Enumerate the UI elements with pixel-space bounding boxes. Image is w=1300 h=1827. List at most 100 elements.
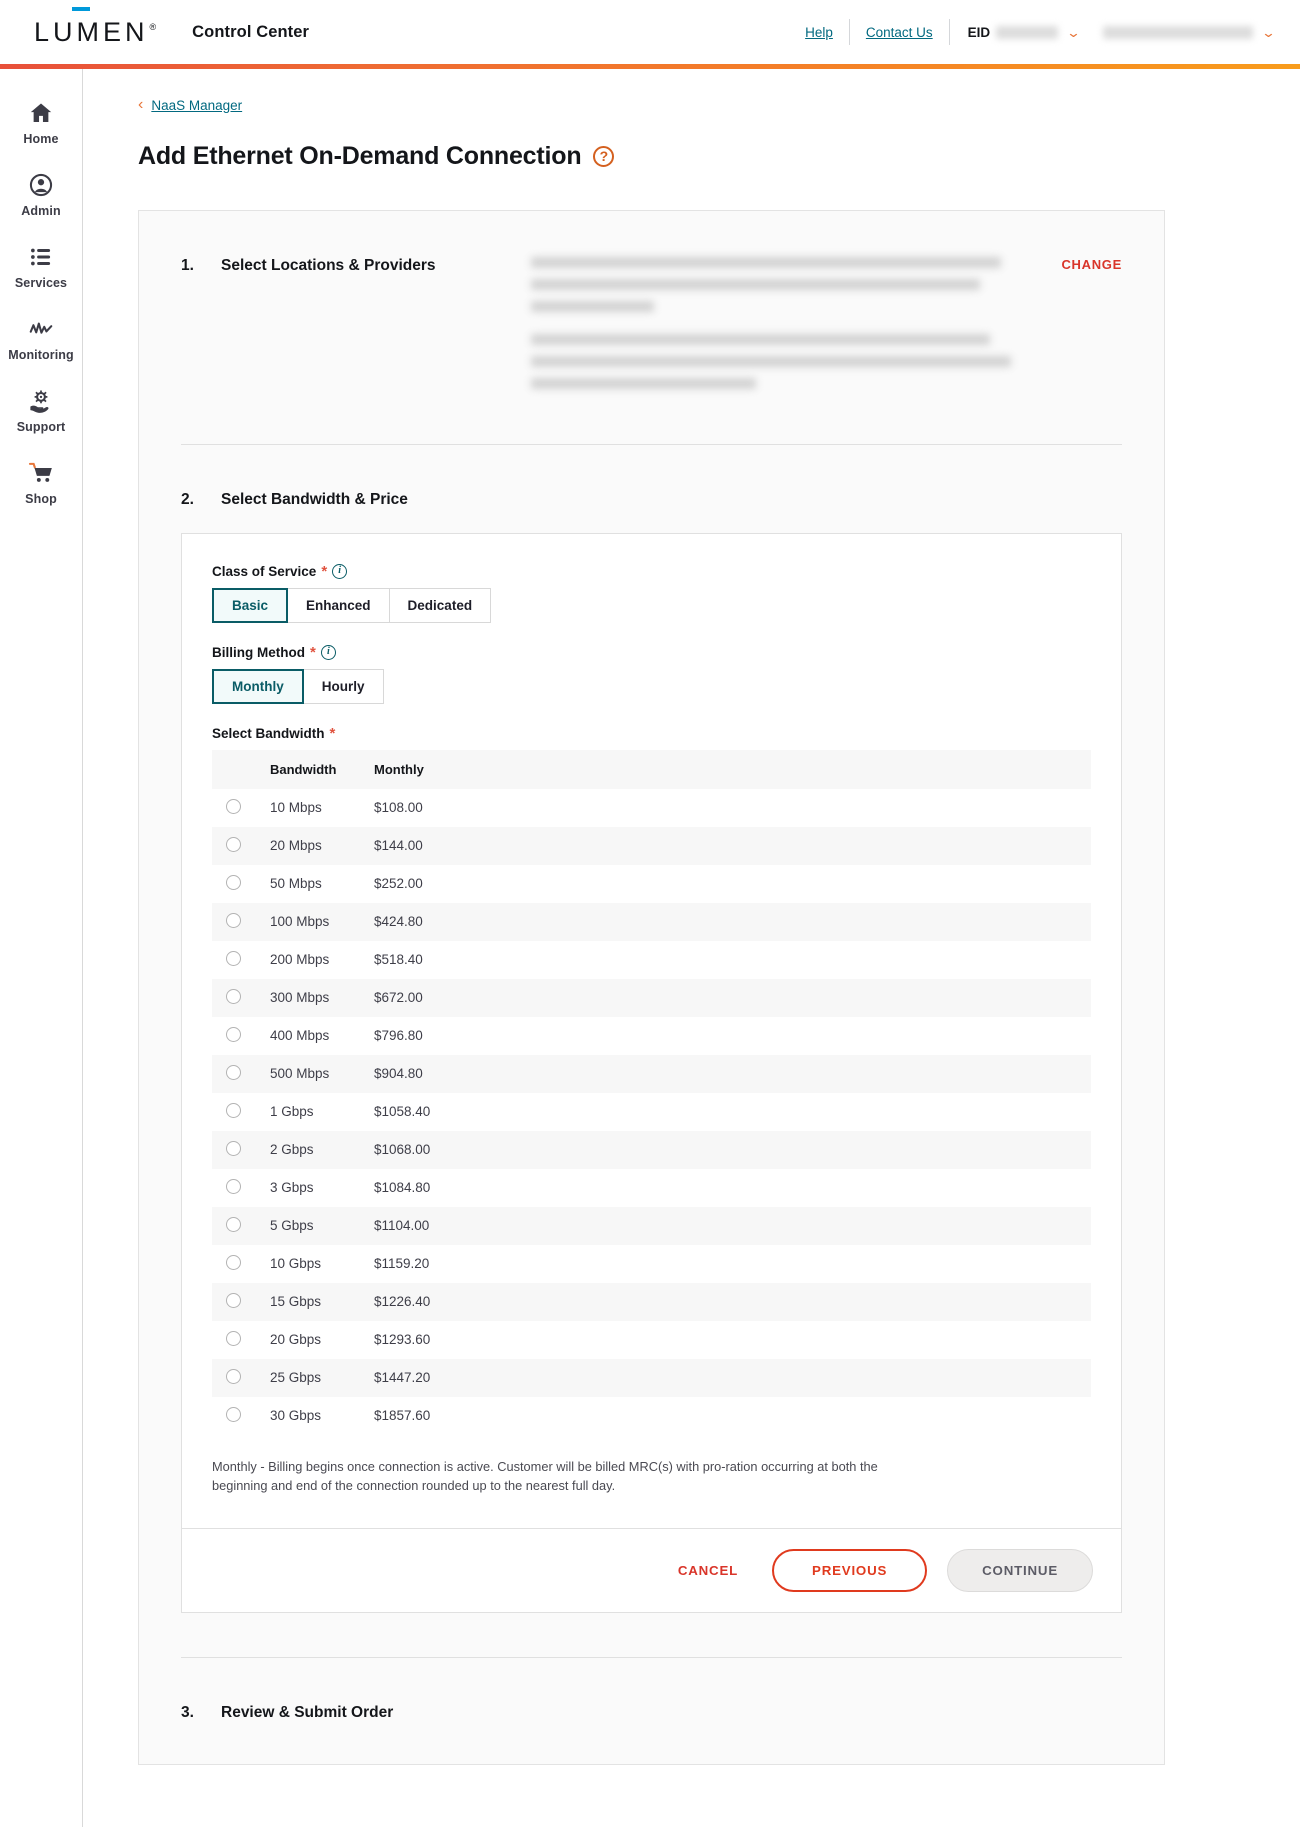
eid-value-redacted <box>996 25 1059 39</box>
eid-selector[interactable]: EID ⌄ <box>950 25 1083 40</box>
step-title: Select Bandwidth & Price <box>221 490 408 508</box>
contact-us-link[interactable]: Contact Us <box>850 25 949 40</box>
bandwidth-radio[interactable] <box>226 1292 241 1308</box>
column-header-bandwidth: Bandwidth <box>270 749 374 789</box>
bandwidth-radio-cell <box>212 827 270 865</box>
bandwidth-value: 30 Gbps <box>270 1408 322 1423</box>
user-circle-icon <box>29 173 53 197</box>
table-row[interactable]: 25 Gbps $1447.20 <box>212 1358 1091 1397</box>
bandwidth-value: 400 Mbps <box>270 1028 330 1043</box>
bandwidth-value: 2 Gbps <box>270 1142 314 1157</box>
bandwidth-radio-cell <box>212 1321 270 1359</box>
bandwidth-radio[interactable] <box>226 836 241 852</box>
column-header-spacer <box>554 749 1091 789</box>
panel-action-footer: CANCEL PREVIOUS CONTINUE <box>182 1528 1121 1612</box>
bandwidth-radio[interactable] <box>226 1102 241 1118</box>
monthly-price-value: $424.80 <box>374 914 423 929</box>
bandwidth-radio[interactable] <box>226 950 241 966</box>
billing-method-option-hourly[interactable]: Hourly <box>302 668 384 704</box>
bandwidth-radio[interactable] <box>226 874 241 890</box>
billing-method-option-monthly[interactable]: Monthly <box>212 668 304 704</box>
account-selector[interactable]: ⌄ <box>1083 25 1278 39</box>
table-row[interactable]: 10 Mbps $108.00 <box>212 789 1091 827</box>
required-asterisk: * <box>321 562 328 580</box>
monthly-price-value: $1104.00 <box>374 1218 430 1233</box>
bandwidth-radio[interactable] <box>226 1254 241 1270</box>
bandwidth-radio[interactable] <box>226 1140 241 1156</box>
bandwidth-radio[interactable] <box>226 988 241 1004</box>
bandwidth-radio-cell <box>212 1169 270 1207</box>
table-row[interactable]: 3 Gbps $1084.80 <box>212 1169 1091 1207</box>
previous-button[interactable]: PREVIOUS <box>772 1549 928 1593</box>
step-title: Select Locations & Providers <box>221 256 436 274</box>
lumen-logo[interactable]: LUMEN ® <box>34 7 156 47</box>
bandwidth-radio[interactable] <box>226 1368 241 1384</box>
table-row[interactable]: 50 Mbps $252.00 <box>212 865 1091 903</box>
table-row[interactable]: 2 Gbps $1068.00 <box>212 1130 1091 1169</box>
table-row[interactable]: 100 Mbps $424.80 <box>212 902 1091 941</box>
monthly-price-value: $1226.40 <box>374 1294 431 1309</box>
sidebar-item-support[interactable]: Support <box>0 375 82 447</box>
class-of-service-option-enhanced[interactable]: Enhanced <box>287 587 390 623</box>
back-chevron-icon[interactable]: ‹ <box>138 97 143 113</box>
table-row[interactable]: 20 Mbps $144.00 <box>212 826 1091 865</box>
sidebar-item-shop[interactable]: Shop <box>0 447 82 519</box>
bandwidth-radio-cell <box>212 1245 270 1283</box>
help-link[interactable]: Help <box>789 25 849 40</box>
bandwidth-radio[interactable] <box>226 912 241 928</box>
sidebar-item-admin[interactable]: Admin <box>0 159 82 231</box>
info-icon[interactable]: i <box>332 563 348 579</box>
sidebar-item-home[interactable]: Home <box>0 87 82 159</box>
sidebar-item-monitoring[interactable]: Monitoring <box>0 303 82 375</box>
bandwidth-value: 10 Gbps <box>270 1256 322 1271</box>
table-row[interactable]: 400 Mbps $796.80 <box>212 1017 1091 1055</box>
table-row[interactable]: 20 Gbps $1293.60 <box>212 1321 1091 1359</box>
row-spacer <box>554 1359 1091 1397</box>
logo-wordmark: LUMEN <box>34 16 149 47</box>
class-of-service-segmented-control: Basic Enhanced Dedicated <box>212 587 1091 623</box>
table-row[interactable]: 1 Gbps $1058.40 <box>212 1093 1091 1131</box>
chevron-down-icon[interactable]: ⌄ <box>1066 26 1081 39</box>
table-row[interactable]: 15 Gbps $1226.40 <box>212 1282 1091 1321</box>
bandwidth-radio[interactable] <box>226 1026 241 1042</box>
breadcrumb-naas-manager-link[interactable]: NaaS Manager <box>151 98 242 113</box>
chevron-down-icon[interactable]: ⌄ <box>1261 26 1276 39</box>
bandwidth-radio[interactable] <box>226 1216 241 1232</box>
bandwidth-radio-cell <box>212 789 270 827</box>
step-3-review-submit: 3. Review & Submit Order <box>181 1658 1122 1764</box>
bandwidth-radio-cell <box>212 1397 270 1435</box>
class-of-service-option-basic[interactable]: Basic <box>212 587 289 623</box>
change-locations-button[interactable]: CHANGE <box>1061 257 1122 272</box>
help-question-icon[interactable]: ? <box>593 145 615 167</box>
row-spacer <box>554 827 1091 865</box>
table-row[interactable]: 500 Mbps $904.80 <box>212 1054 1091 1093</box>
billing-method-label: Billing Method <box>212 644 305 660</box>
table-row[interactable]: 300 Mbps $672.00 <box>212 978 1091 1017</box>
gear-hand-icon <box>30 390 49 413</box>
table-row[interactable]: 200 Mbps $518.40 <box>212 941 1091 979</box>
bandwidth-radio[interactable] <box>226 798 241 814</box>
bandwidth-radio[interactable] <box>226 1330 241 1346</box>
top-header-bar: LUMEN ® Control Center Help Contact Us E… <box>0 0 1300 64</box>
billing-method-label-row: Billing Method * i <box>212 643 1091 661</box>
bandwidth-radio[interactable] <box>226 1064 241 1080</box>
row-spacer <box>554 1093 1091 1131</box>
required-asterisk: * <box>309 643 316 661</box>
cancel-button[interactable]: CANCEL <box>664 1553 752 1588</box>
monthly-price-value: $1068.00 <box>374 1142 431 1157</box>
bandwidth-radio-cell <box>212 1359 270 1397</box>
step-number: 3. <box>181 1704 194 1722</box>
bandwidth-radio[interactable] <box>226 1178 241 1194</box>
step-number: 1. <box>181 256 194 274</box>
sidebar-item-services[interactable]: Services <box>0 231 82 303</box>
bandwidth-radio[interactable] <box>226 1406 241 1422</box>
sidebar-item-label: Home <box>23 132 59 146</box>
class-of-service-option-dedicated[interactable]: Dedicated <box>388 587 492 623</box>
info-icon[interactable]: i <box>320 644 336 660</box>
table-row[interactable]: 30 Gbps $1857.60 <box>212 1397 1091 1435</box>
table-row[interactable]: 5 Gbps $1104.00 <box>212 1206 1091 1245</box>
row-spacer <box>554 1017 1091 1055</box>
table-row[interactable]: 10 Gbps $1159.20 <box>212 1245 1091 1283</box>
bandwidth-value: 5 Gbps <box>270 1218 314 1233</box>
breadcrumb: ‹ NaaS Manager <box>138 97 1300 113</box>
